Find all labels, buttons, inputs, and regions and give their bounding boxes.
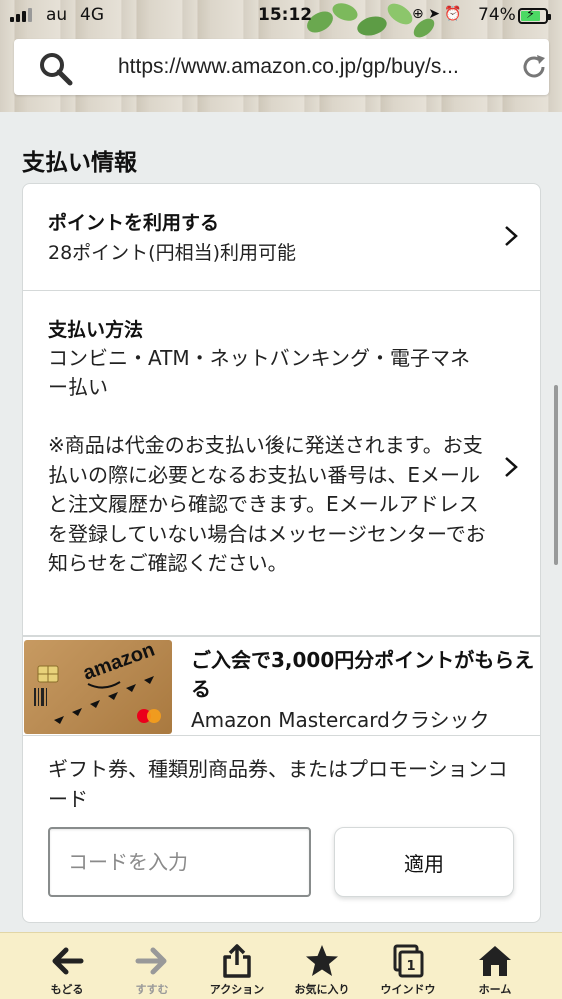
chevron-right-icon bbox=[505, 457, 518, 477]
alarm-icon: ⏰ bbox=[444, 6, 462, 22]
status-icons: ⊕ ➤ ⏰ bbox=[412, 6, 462, 22]
payment-method-description: コンビニ・ATM・ネットバンキング・電子マネー払い bbox=[48, 346, 471, 399]
orientation-lock-icon: ⊕ bbox=[412, 6, 424, 22]
promo-headline: ご入会で3,000円分ポイントがもらえる bbox=[191, 648, 535, 701]
forward-label: すすむ bbox=[135, 983, 169, 996]
share-icon bbox=[223, 944, 251, 978]
windows-button[interactable]: 1 ウインドウ bbox=[368, 933, 448, 999]
payment-method-note: ※商品は代金のお支払い後に発送されます。お支払いの際に必要となるお支払い番号は、… bbox=[48, 433, 486, 575]
status-bar: au 4G 15:12 ⊕ ➤ ⏰ 74% ⚡ bbox=[0, 0, 562, 32]
gift-code-label: ギフト券、種類別商品券、またはプロモーションコード bbox=[48, 757, 508, 811]
back-label: もどる bbox=[50, 983, 84, 996]
network-label: 4G bbox=[80, 5, 104, 25]
search-icon bbox=[40, 53, 73, 86]
credit-card-promo[interactable]: amazon ご入会で3,000円分ポイントがもらえる Amazon Maste… bbox=[23, 638, 540, 736]
payment-method-title: 支払い方法 bbox=[48, 319, 144, 341]
action-label: アクション bbox=[209, 983, 265, 996]
carrier-label: au bbox=[46, 5, 68, 25]
payment-method-row[interactable]: 支払い方法 コンビニ・ATM・ネットバンキング・電子マネー払い ※商品は代金のお… bbox=[23, 291, 540, 637]
browser-toolbar: もどる すすむ アクション お気に入り 1 ウインドウ ホーム bbox=[0, 932, 562, 999]
credit-card-artwork: amazon bbox=[34, 640, 161, 724]
gift-code-input[interactable] bbox=[48, 827, 311, 897]
page-title: 支払い情報 bbox=[22, 150, 137, 176]
favorites-label: お気に入り bbox=[294, 983, 350, 996]
scrollbar[interactable] bbox=[554, 385, 558, 565]
back-button[interactable]: もどる bbox=[27, 933, 107, 999]
browser-chrome: au 4G 15:12 ⊕ ➤ ⏰ 74% ⚡ https://www.amaz… bbox=[0, 0, 562, 112]
home-icon bbox=[479, 946, 511, 976]
forward-button[interactable]: すすむ bbox=[112, 933, 192, 999]
battery-percent: 74% bbox=[478, 5, 516, 25]
favorites-button[interactable]: お気に入り bbox=[282, 933, 362, 999]
windows-icon: 1 bbox=[393, 944, 424, 978]
chevron-right-icon bbox=[505, 226, 518, 246]
credit-card-image: amazon bbox=[24, 640, 172, 734]
reload-icon[interactable] bbox=[520, 53, 548, 81]
action-button[interactable]: アクション bbox=[197, 933, 277, 999]
window-count: 1 bbox=[406, 959, 415, 974]
clock: 15:12 bbox=[258, 5, 313, 25]
windows-label: ウインドウ bbox=[380, 983, 436, 996]
home-label: ホーム bbox=[478, 983, 512, 996]
points-subtitle: 28ポイント(円相当)利用可能 bbox=[48, 242, 297, 264]
location-icon: ➤ bbox=[428, 6, 440, 22]
signal-icon bbox=[10, 8, 32, 22]
use-points-row[interactable]: ポイントを利用する 28ポイント(円相当)利用可能 bbox=[23, 184, 540, 291]
forward-arrow-icon bbox=[135, 947, 167, 975]
promo-card-name: Amazon Mastercardクラシック bbox=[191, 708, 490, 732]
back-arrow-icon bbox=[52, 947, 84, 975]
payment-info-card: ポイントを利用する 28ポイント(円相当)利用可能 支払い方法 コンビニ・ATM… bbox=[22, 183, 541, 923]
url-text[interactable]: https://www.amazon.co.jp/gp/buy/s... bbox=[118, 55, 508, 79]
points-title: ポイントを利用する bbox=[48, 212, 220, 234]
address-bar[interactable]: https://www.amazon.co.jp/gp/buy/s... bbox=[14, 39, 549, 95]
battery-icon: ⚡ bbox=[518, 7, 551, 24]
svg-text:amazon: amazon bbox=[80, 640, 158, 685]
home-button[interactable]: ホーム bbox=[455, 933, 535, 999]
star-icon bbox=[306, 945, 338, 976]
apply-button[interactable]: 適用 bbox=[334, 827, 514, 897]
